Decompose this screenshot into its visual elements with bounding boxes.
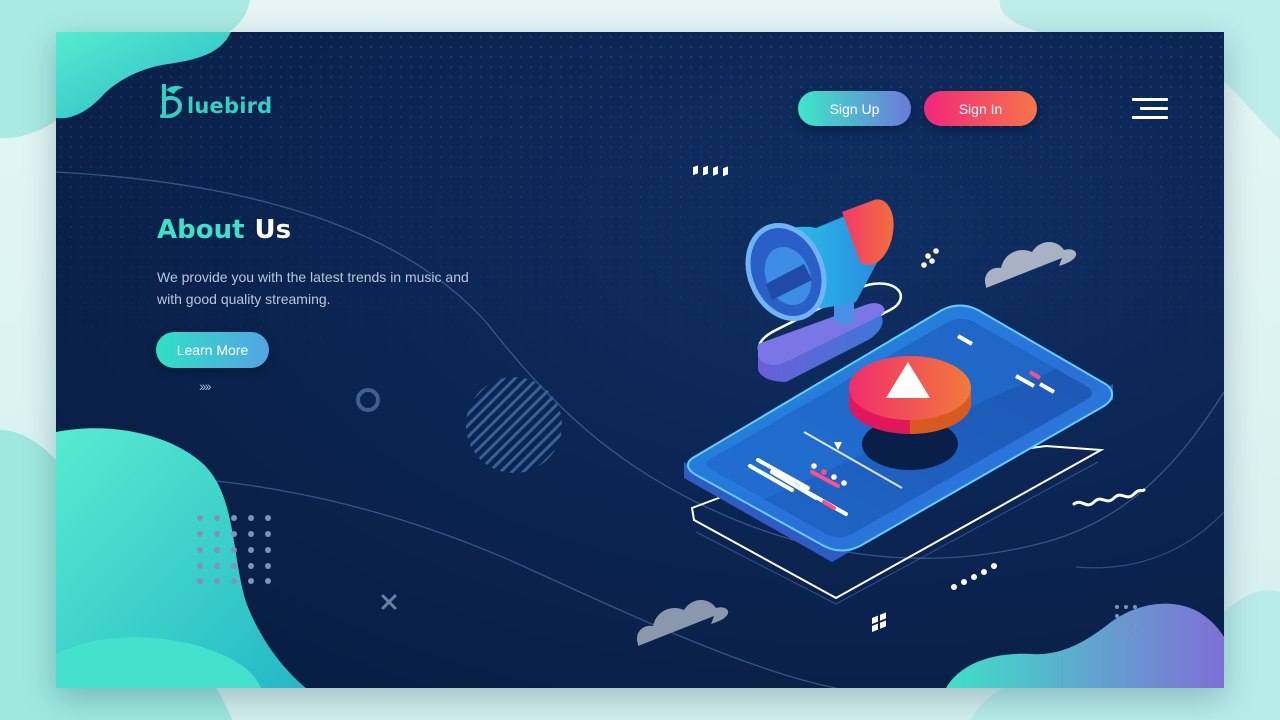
brand-name: luebird [187,94,273,118]
sign-up-button[interactable]: Sign Up [798,91,911,126]
landing-page-frame: luebird Sign Up Sign In About Us We provi… [56,32,1224,688]
sign-in-button[interactable]: Sign In [924,91,1037,126]
page-title-part1: About [157,215,245,245]
brand-logo[interactable]: luebird [156,84,272,118]
ring-decoration [356,388,380,412]
dash-marks-decoration [693,165,728,177]
learn-more-button[interactable]: Learn More [156,332,269,368]
phone-illustration [684,304,1113,605]
page-title-part2: Us [254,215,292,245]
hero-description: We provide you with the latest trends in… [157,269,469,307]
window-squares-decoration [872,612,886,632]
dots-decoration-line [951,563,997,590]
chevron-right-icon: ›››› [199,378,212,394]
page-title: About Us [157,212,291,248]
bluebird-logo-icon [160,84,184,118]
teal-blob-inner-bottom-right [946,603,1224,688]
dots-decoration-diagonal [921,248,939,268]
striped-circle-decoration [466,377,562,473]
cloud-icon [984,241,1077,288]
hamburger-menu-icon[interactable] [1132,98,1168,120]
cross-decoration [381,594,397,610]
